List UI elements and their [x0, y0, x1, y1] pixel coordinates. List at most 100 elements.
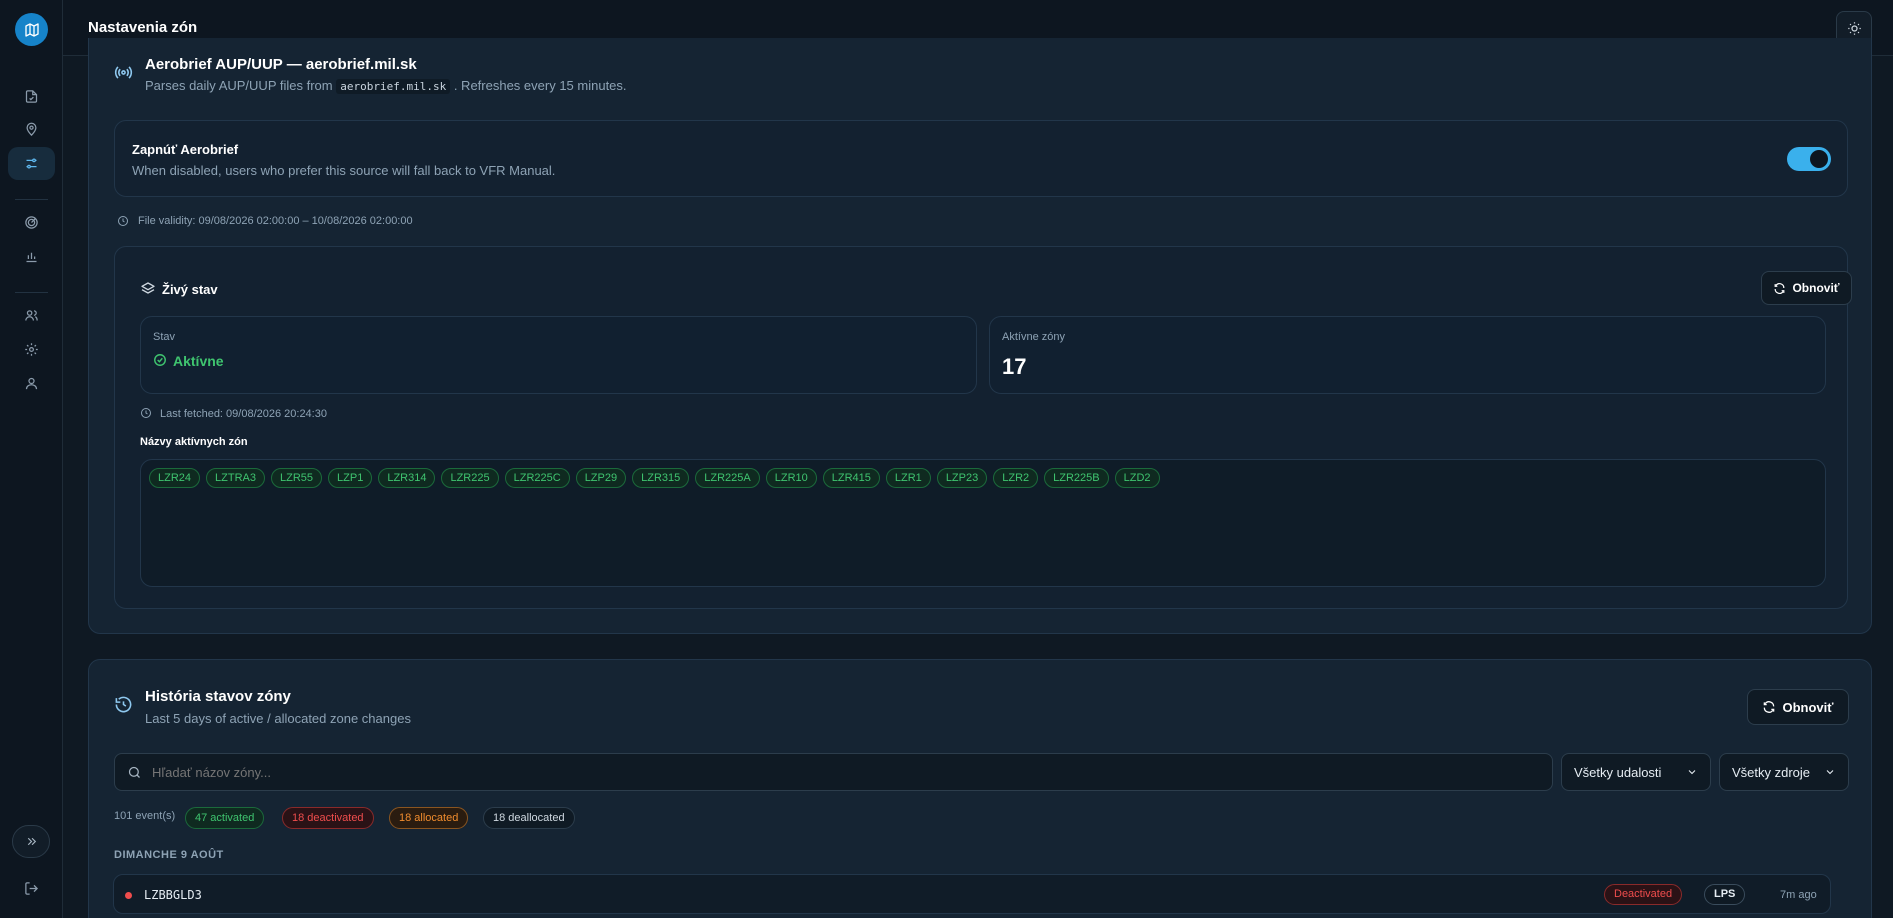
live-status-panel: Živý stav Obnoviť Stav Aktívne Aktívne z…: [114, 246, 1852, 609]
nav-separator: [15, 199, 48, 200]
nav-locations[interactable]: [8, 113, 55, 146]
file-validity: File validity: 09/08/2026 02:00:00 – 10/…: [138, 215, 413, 227]
zone-chip: LZP23: [936, 468, 988, 488]
history-refresh-button[interactable]: Obnoviť: [1747, 689, 1849, 725]
chevrons-right-icon: [27, 837, 36, 846]
radar-icon: [25, 216, 38, 229]
zone-chip: LZR2: [993, 468, 1039, 488]
users-icon: [25, 310, 38, 321]
user-icon: [25, 377, 38, 390]
toggle-title: Zapnúť Aerobrief: [132, 142, 239, 157]
map-icon: [24, 22, 39, 37]
active-zone-names-label: Názvy aktívnych zón: [140, 436, 248, 448]
nav-users[interactable]: [8, 299, 55, 332]
source-selected: Všetky zdroje: [1732, 764, 1811, 780]
search-input[interactable]: [152, 764, 1532, 780]
status-stat-card: Stav Aktívne: [140, 316, 977, 394]
refresh-icon: [1764, 701, 1775, 713]
zone-chip: LZD2: [1114, 468, 1160, 488]
activated-count-badge[interactable]: 47 activated: [185, 807, 265, 829]
history-subtitle: Last 5 days of active / allocated zone c…: [145, 711, 411, 726]
expand-sidebar-button[interactable]: [12, 825, 50, 858]
toggle-description: When disabled, users who prefer this sou…: [132, 163, 556, 178]
active-zone-list: LZR24 LZTRA3 LZR55 LZP1 LZR314 LZR225 LZR225C L…: [140, 459, 1826, 587]
refresh-icon: [1775, 282, 1785, 294]
source-host-code: aerobrief.mil.sk: [336, 79, 451, 94]
zone-chip: LZTRA3: [206, 468, 265, 488]
sliders-icon: [26, 158, 37, 169]
enable-aerobrief-toggle[interactable]: [1787, 147, 1831, 171]
history-refresh-label: Obnoviť: [1782, 699, 1834, 715]
source-description: Parses daily AUP/UUP files from aerobrie…: [145, 78, 627, 94]
logout-icon: [25, 881, 39, 895]
zone-chip: LZP1: [328, 468, 373, 488]
nav-zone-settings[interactable]: [8, 147, 55, 180]
zone-chip: LZR315: [632, 468, 690, 488]
app-logo[interactable]: [15, 13, 48, 46]
bar-chart-icon: [26, 252, 37, 263]
event-type-select[interactable]: Všetky udalosti: [1561, 753, 1711, 791]
search-icon: [128, 766, 140, 778]
nav-radar[interactable]: [8, 206, 55, 239]
day-heading: DIMANCHE 9 AOÛT: [114, 849, 224, 861]
active-zones-count: 17: [1002, 354, 1027, 379]
map-pin-icon: [26, 122, 37, 136]
deactivated-count-badge[interactable]: 18 deactivated: [282, 807, 374, 829]
nav-statistics[interactable]: [8, 240, 55, 273]
layers-icon: [141, 282, 155, 294]
live-refresh-button[interactable]: Obnoviť: [1761, 271, 1852, 305]
page-title: Nastavenia zón: [88, 19, 198, 36]
check-circle-icon: [154, 354, 166, 366]
zone-chip-list: LZR24 LZTRA3 LZR55 LZP1 LZR314 LZR225 LZR225C L…: [149, 468, 1166, 488]
zone-search-field[interactable]: [114, 753, 1553, 791]
document-icon: [25, 90, 38, 103]
zone-chip: LZR415: [822, 468, 880, 488]
row-source-badge: LPS: [1704, 884, 1746, 905]
source-description-suffix: . Refreshes every 15 minutes.: [453, 78, 627, 93]
history-icon: [115, 696, 132, 713]
nav-documents[interactable]: [8, 80, 55, 113]
clock-icon: [141, 408, 151, 418]
zone-chip: LZR1: [885, 468, 931, 488]
source-select[interactable]: Všetky zdroje: [1719, 753, 1849, 791]
zone-chip: LZR314: [378, 468, 436, 488]
status-label: Stav: [153, 331, 176, 343]
broadcast-icon: [114, 66, 133, 79]
last-fetched: Last fetched: 09/08/2026 20:24:30: [160, 408, 327, 420]
sidebar: [0, 0, 63, 918]
aerobrief-source-card: Aerobrief AUP/UUP — aerobrief.mil.sk Par…: [88, 38, 1872, 634]
status-dot: [125, 892, 132, 899]
sun-icon: [1847, 21, 1861, 35]
chevron-down-icon: [1688, 770, 1696, 775]
active-zones-stat-card: Aktívne zóny 17: [989, 316, 1826, 394]
enable-aerobrief-panel: Zapnúť Aerobrief When disabled, users wh…: [114, 120, 1848, 197]
history-row[interactable]: LZBBGLD3 Deactivated LPS 7m ago: [113, 874, 1831, 914]
history-title: História stavov zóny: [145, 688, 291, 705]
live-status-title: Živý stav: [162, 282, 218, 297]
toggle-knob: [1810, 150, 1828, 168]
zone-chip: LZR225A: [695, 468, 760, 488]
status-value: Aktívne: [173, 353, 224, 369]
live-refresh-label: Obnoviť: [1792, 281, 1840, 295]
event-count: 101 event(s): [114, 810, 176, 822]
active-zones-label: Aktívne zóny: [1002, 331, 1065, 343]
source-description-prefix: Parses daily AUP/UUP files from: [145, 78, 333, 93]
zone-chip: LZR24: [149, 468, 201, 488]
event-type-selected: Všetky udalosti: [1574, 764, 1662, 780]
zone-chip: LZR225B: [1044, 468, 1109, 488]
row-time: 7m ago: [1780, 889, 1817, 901]
nav-settings[interactable]: [8, 333, 55, 366]
gear-icon: [25, 343, 38, 356]
clock-icon: [118, 216, 128, 226]
deallocated-count-badge[interactable]: 18 deallocated: [483, 807, 575, 829]
zone-chip: LZP29: [575, 468, 627, 488]
source-title: Aerobrief AUP/UUP — aerobrief.mil.sk: [145, 56, 417, 73]
logout-button[interactable]: [15, 873, 48, 903]
nav-profile[interactable]: [8, 367, 55, 400]
allocated-count-badge[interactable]: 18 allocated: [389, 807, 469, 829]
zone-chip: LZR225C: [504, 468, 570, 488]
zone-chip: LZR10: [765, 468, 817, 488]
row-zone-name: LZBBGLD3: [144, 888, 202, 902]
row-status-badge: Deactivated: [1604, 884, 1683, 905]
nav-separator: [15, 292, 48, 293]
